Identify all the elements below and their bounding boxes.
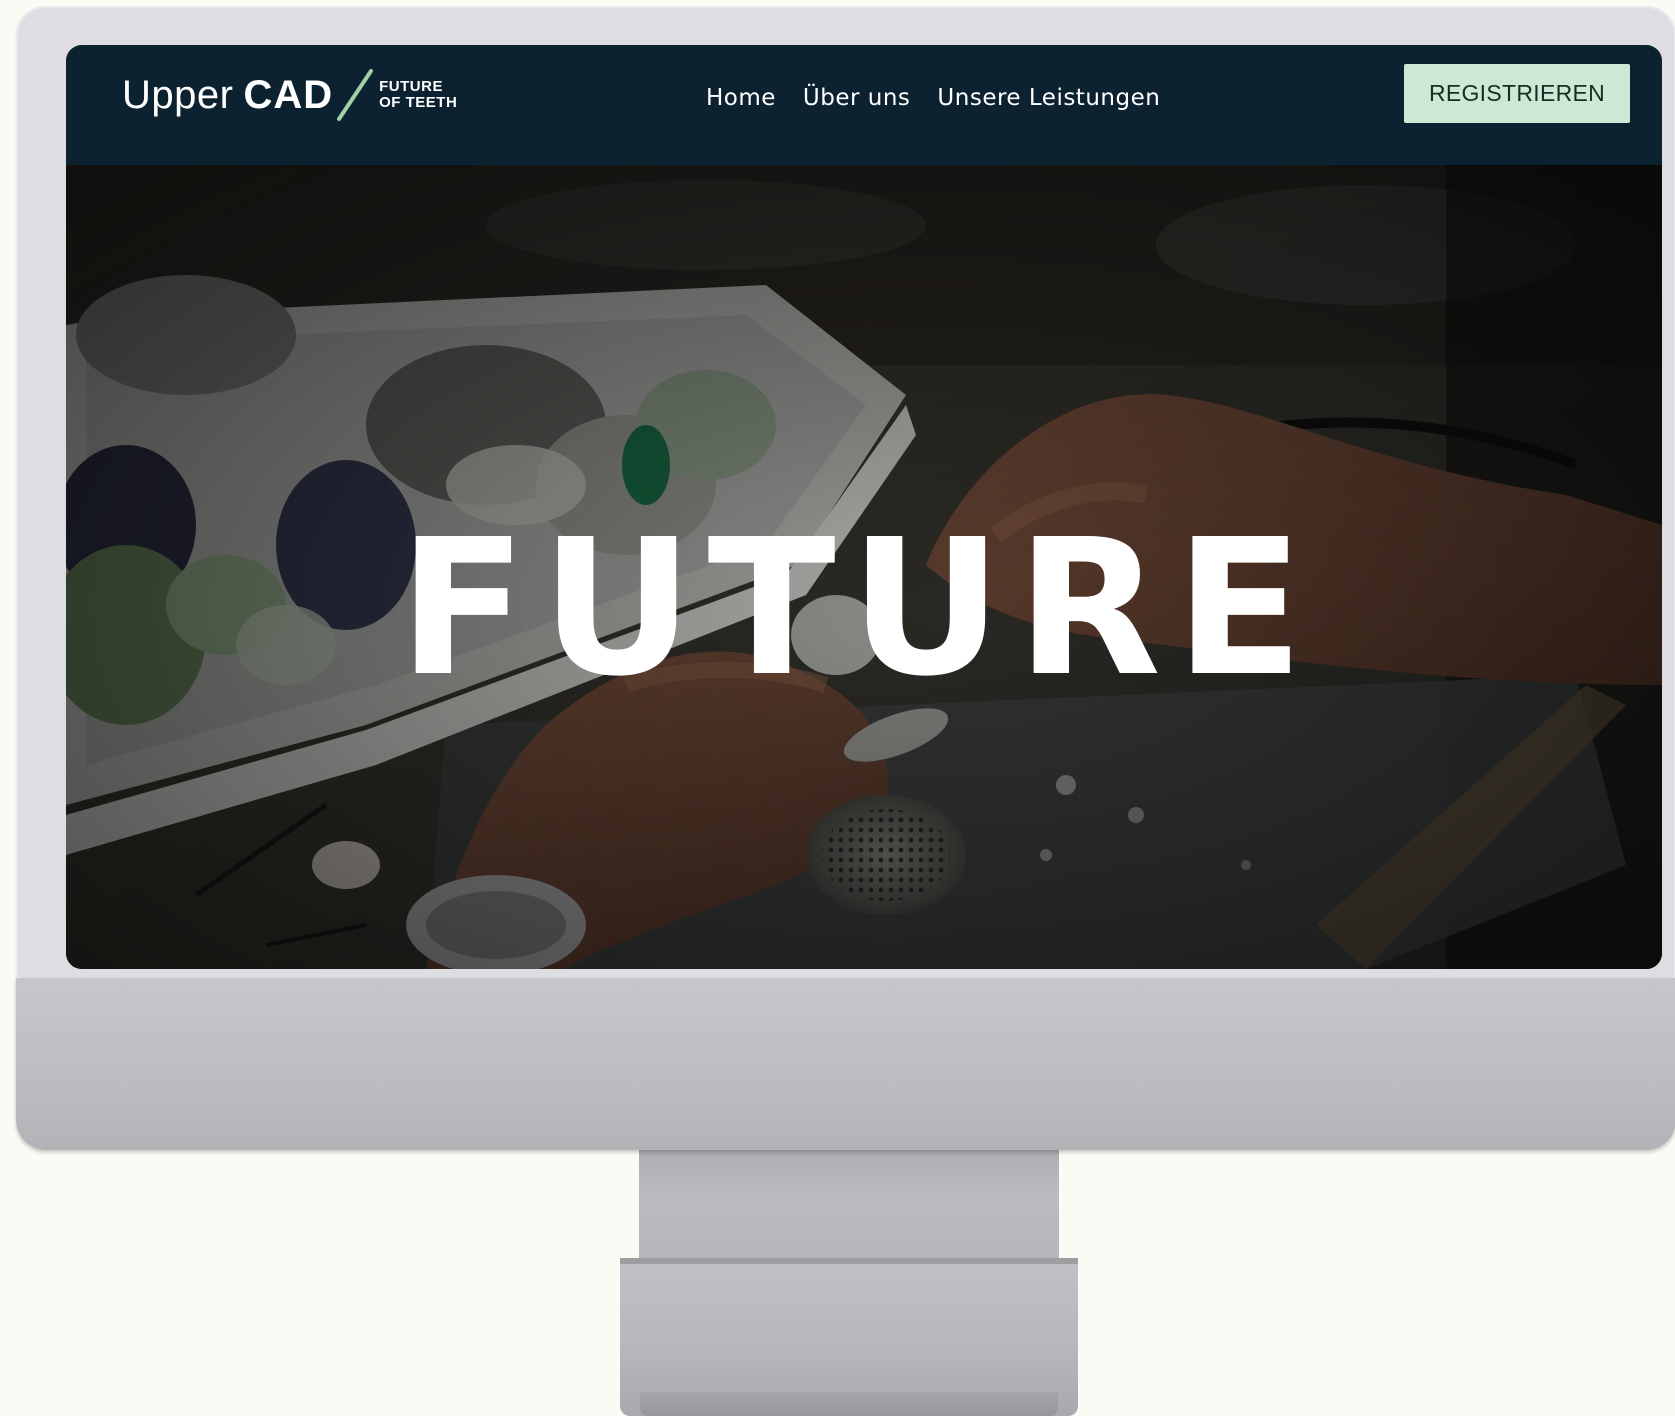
- slash-icon: [337, 69, 374, 121]
- page: Upper CAD FUTURE OF TEETH Home Über uns …: [0, 0, 1675, 1416]
- nav-link-home[interactable]: Home: [706, 85, 776, 111]
- logo-tagline-line1: FUTURE: [379, 78, 443, 95]
- hero-section: FUTURE: [66, 165, 1662, 969]
- nav-link-services[interactable]: Unsere Leistungen: [937, 85, 1160, 111]
- logo-upper-text: Upper: [122, 72, 234, 117]
- monitor-frame: Upper CAD FUTURE OF TEETH Home Über uns …: [16, 6, 1675, 1150]
- monitor-stand-foot: [620, 1258, 1078, 1416]
- site-logo[interactable]: Upper CAD FUTURE OF TEETH: [122, 65, 457, 125]
- monitor-chin: [16, 978, 1675, 1150]
- website-screen: Upper CAD FUTURE OF TEETH Home Über uns …: [66, 45, 1662, 969]
- nav-link-about[interactable]: Über uns: [803, 85, 911, 111]
- hero-title: FUTURE: [398, 499, 1318, 718]
- logo-cad-text: CAD: [243, 72, 334, 117]
- monitor-stand-neck: [639, 1150, 1059, 1260]
- logo-tagline: FUTURE OF TEETH: [379, 79, 457, 111]
- site-header: Upper CAD FUTURE OF TEETH Home Über uns …: [66, 45, 1662, 165]
- main-navigation: Home Über uns Unsere Leistungen: [706, 85, 1187, 111]
- register-button[interactable]: REGISTRIEREN: [1404, 64, 1630, 123]
- logo-tagline-line2: OF TEETH: [379, 94, 458, 111]
